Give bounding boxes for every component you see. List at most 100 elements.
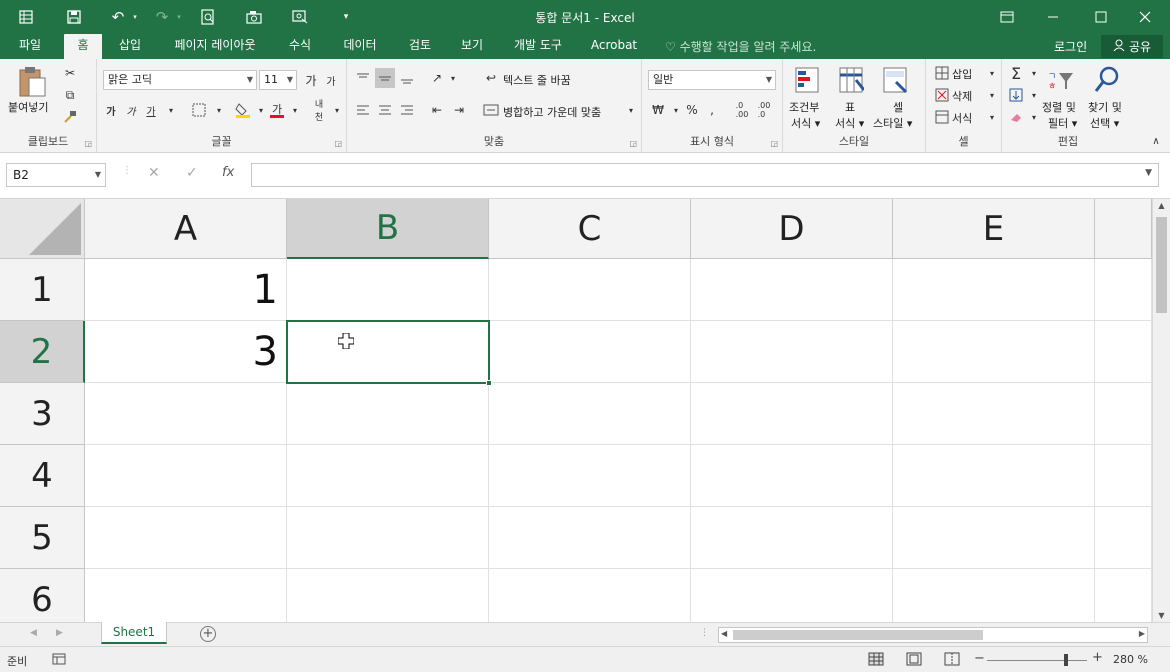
name-box[interactable]: B2 ▼ [6,163,106,187]
cell-f5[interactable] [1095,507,1152,569]
row-header-4[interactable]: 4 [0,445,85,507]
cell-e6[interactable] [893,569,1095,622]
italic-icon[interactable]: 가 [121,100,141,120]
align-center-icon[interactable] [375,100,395,120]
tab-review[interactable]: 검토 [398,34,442,59]
cell-a3[interactable] [85,383,287,445]
insert-cells-icon[interactable] [932,63,952,83]
cell-styles-icon[interactable] [881,65,909,95]
normal-view-icon[interactable] [868,652,884,669]
clear-dropdown-icon[interactable]: ▾ [1024,107,1044,127]
tab-insert[interactable]: 삽입 [108,34,152,59]
cell-b5[interactable] [287,507,489,569]
row-header-2[interactable]: 2 [0,321,85,383]
cell-f1[interactable] [1095,259,1152,321]
tab-data[interactable]: 데이터 [332,34,388,59]
cell-b1[interactable] [287,259,489,321]
fill-icon[interactable] [1006,85,1026,105]
delete-cells-button[interactable]: 삭제 [952,88,972,104]
cell-c6[interactable] [489,569,691,622]
font-color-icon[interactable]: 가 [267,100,287,120]
zoom-level[interactable]: 280 % [1113,653,1148,666]
alignment-launcher-icon[interactable]: ◲ [629,139,637,148]
vertical-scroll-thumb[interactable] [1156,217,1167,313]
autosum-icon[interactable]: Σ [1006,63,1026,83]
autosum-dropdown-icon[interactable]: ▾ [1024,63,1044,83]
delete-dropdown-icon[interactable]: ▾ [982,85,1002,105]
increase-decimal-icon[interactable]: .0.00 [732,100,752,120]
fill-dropdown-icon[interactable]: ▾ [1024,85,1044,105]
sign-in-link[interactable]: 로그인 [1054,38,1087,55]
increase-font-icon[interactable]: 가 [301,70,321,90]
fill-color-icon[interactable] [233,100,253,120]
cell-c3[interactable] [489,383,691,445]
bold-icon[interactable]: 가 [101,100,121,120]
sort-filter-label[interactable]: 정렬 및 [1042,99,1076,115]
scroll-right-icon[interactable]: ▶ [1139,629,1145,638]
minimize-icon[interactable] [1030,0,1076,34]
cell-f6[interactable] [1095,569,1152,622]
cell-a5[interactable] [85,507,287,569]
decrease-indent-icon[interactable]: ⇤ [427,100,447,120]
cell-e4[interactable] [893,445,1095,507]
ribbon-display-options-icon[interactable] [984,0,1030,34]
font-size-select[interactable]: 11 ▼ [259,70,297,90]
cell-c1[interactable] [489,259,691,321]
cell-d2[interactable] [691,321,893,383]
paste-label[interactable]: 붙여넣기 [8,99,48,115]
cell-styles-label[interactable]: 셀 [893,99,903,115]
font-launcher-icon[interactable]: ◲ [334,139,342,148]
format-dropdown-icon[interactable]: ▾ [982,107,1002,127]
borders-icon[interactable] [189,100,209,120]
page-layout-view-icon[interactable] [906,652,922,669]
cell-d5[interactable] [691,507,893,569]
insert-cells-button[interactable]: 삽입 [952,66,972,82]
cell-f4[interactable] [1095,445,1152,507]
zoom-out-icon[interactable]: − [974,651,985,666]
scroll-left-icon[interactable]: ◀ [721,629,727,638]
tab-splitter-icon[interactable]: ⋮ [700,628,709,638]
format-cells-button[interactable]: 서식 [952,110,972,126]
tab-page-layout[interactable]: 페이지 레이아웃 [162,34,268,59]
decrease-decimal-icon[interactable]: .00.0 [754,100,774,120]
cell-d6[interactable] [691,569,893,622]
fill-handle[interactable] [486,380,492,386]
font-name-select[interactable]: 맑은 고딕 ▼ [103,70,257,90]
cell-e5[interactable] [893,507,1095,569]
cell-a1[interactable]: 1 [85,259,287,321]
scroll-down-icon[interactable]: ▼ [1153,611,1170,620]
cell-b4[interactable] [287,445,489,507]
select-all-button[interactable] [0,199,85,259]
cut-icon[interactable]: ✂ [60,63,80,83]
horizontal-scrollbar[interactable]: ◀ ▶ [718,627,1148,643]
phonetic-icon[interactable]: 내천 [309,100,329,123]
clear-icon[interactable] [1006,107,1026,127]
merge-dropdown-icon[interactable]: ▾ [621,100,641,120]
align-left-icon[interactable] [353,100,373,120]
cell-e1[interactable] [893,259,1095,321]
format-painter-icon[interactable] [60,107,80,127]
tab-developer[interactable]: 개발 도구 [504,34,572,59]
increase-indent-icon[interactable]: ⇥ [449,100,469,120]
zoom-slider-thumb[interactable] [1064,654,1068,666]
cell-d4[interactable] [691,445,893,507]
vertical-scrollbar[interactable]: ▲ ▼ [1152,199,1170,622]
active-cell-b2[interactable] [286,320,490,384]
format-cells-icon[interactable] [932,107,952,127]
row-header-6[interactable]: 6 [0,569,85,622]
wrap-text-button[interactable]: 텍스트 줄 바꿈 [503,72,571,88]
conditional-formatting-icon[interactable] [793,65,821,95]
expand-formula-bar-icon[interactable]: ▼ [1145,168,1152,178]
maximize-icon[interactable] [1078,0,1124,34]
copy-icon[interactable]: ⧉ [60,85,80,105]
font-color-dropdown-icon[interactable]: ▾ [285,100,305,120]
next-sheet-icon[interactable]: ▶ [56,628,63,638]
cell-c5[interactable] [489,507,691,569]
share-button[interactable]: 공유 [1101,35,1163,58]
row-header-1[interactable]: 1 [0,259,85,321]
macro-record-icon[interactable] [52,653,66,668]
find-select-label2[interactable]: 선택 ▾ [1090,115,1119,131]
cell-f2[interactable] [1095,321,1152,383]
sort-filter-icon[interactable]: ㄱㅎ [1046,65,1076,95]
delete-cells-icon[interactable] [932,85,952,105]
